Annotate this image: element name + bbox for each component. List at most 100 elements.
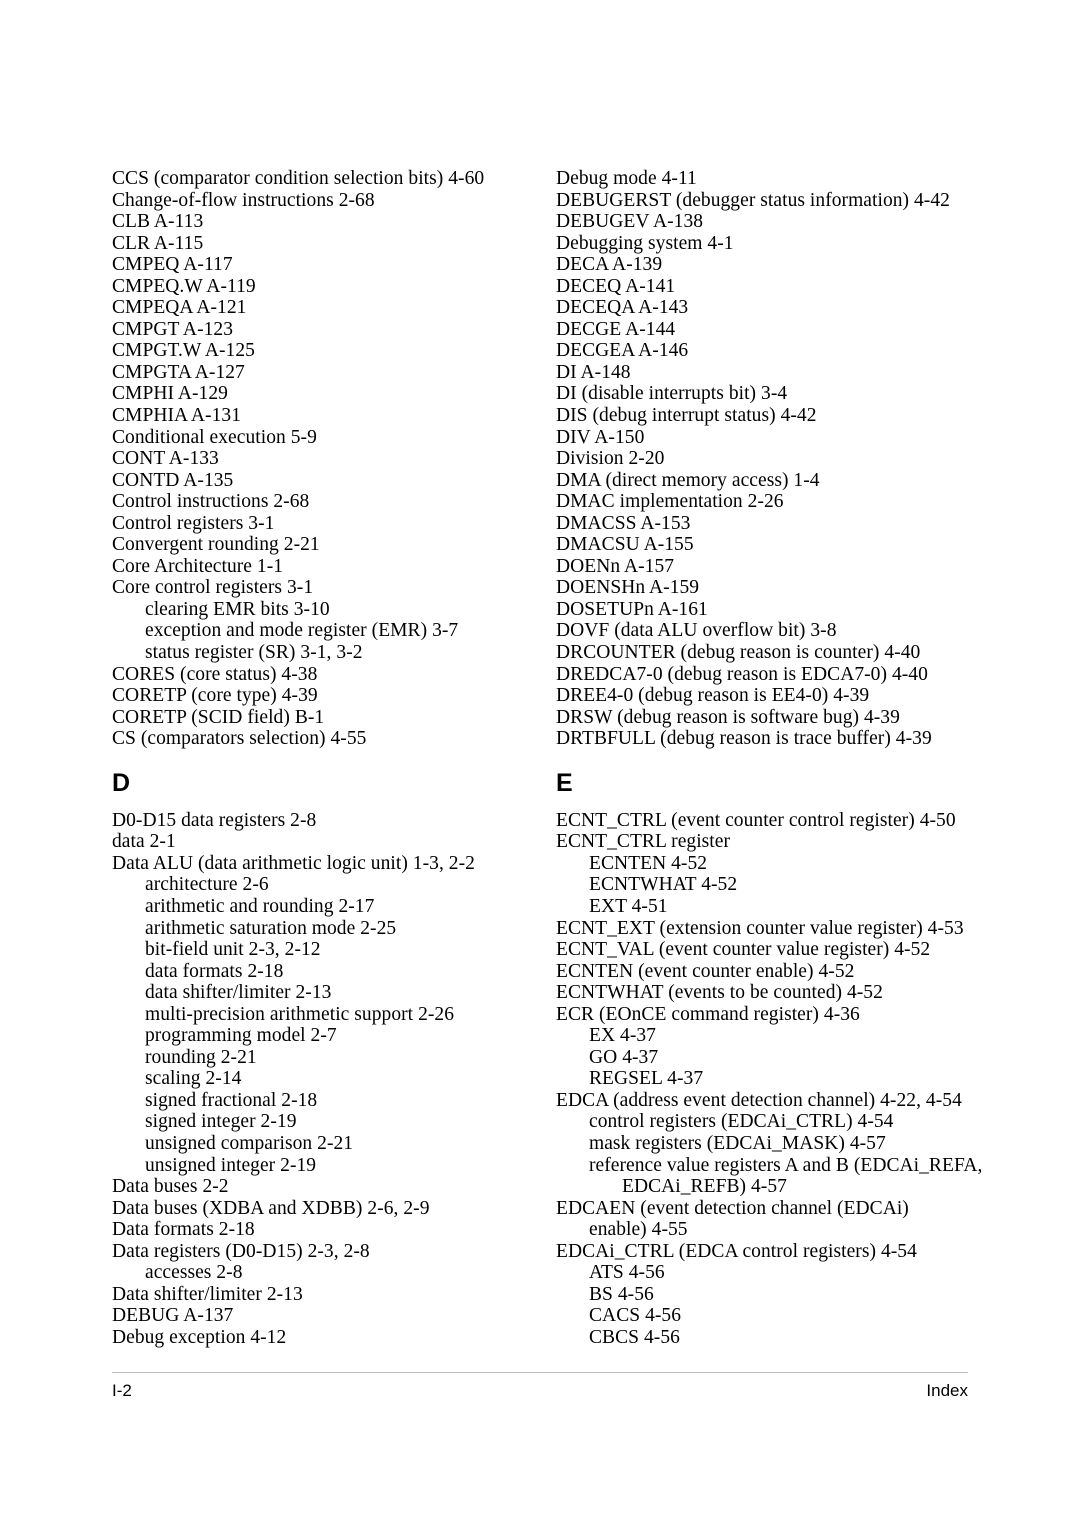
index-entry: DECGE A-144 <box>556 318 676 340</box>
entry-list-pre-section: CCS (comparator condition selection bits… <box>112 168 556 750</box>
index-entry: status register (SR) 3-1, 3-2 <box>145 642 363 664</box>
index-entry: CMPEQ.W A-119 <box>112 275 256 297</box>
index-entry: DOSETUPn A-161 <box>556 598 708 620</box>
index-entry: control registers (EDCAi_CTRL) 4-54 <box>589 1111 894 1133</box>
index-entry: EXT 4-51 <box>589 895 668 917</box>
index-entry: DEBUGERST (debugger status information) … <box>556 189 950 211</box>
section-heading-d: D <box>112 768 131 797</box>
index-entry: CMPHIA A-131 <box>112 405 241 427</box>
index-entry: Division 2-20 <box>556 448 665 470</box>
index-entry: DRTBFULL (debug reason is trace buffer) … <box>556 728 932 750</box>
index-entry: Data registers (D0-D15) 2-3, 2-8 <box>112 1240 370 1262</box>
index-entry: mask registers (EDCAi_MASK) 4-57 <box>589 1132 886 1154</box>
index-entry: CMPGTA A-127 <box>112 361 245 383</box>
index-entry: CONTD A-135 <box>112 469 234 491</box>
index-entry: CCS (comparator condition selection bits… <box>112 168 485 189</box>
index-entry: reference value registers A and B (EDCAi… <box>589 1154 983 1176</box>
entry-list-post-section: ECNT_CTRL (event counter control registe… <box>556 810 1000 1349</box>
index-entry: DECGEA A-146 <box>556 340 689 362</box>
index-entry: DRCOUNTER (debug reason is counter) 4-40 <box>556 642 921 664</box>
index-entry: CLR A-115 <box>112 232 204 254</box>
index-entry: Debug exception 4-12 <box>112 1326 287 1348</box>
index-entry: data shifter/limiter 2-13 <box>145 982 332 1004</box>
index-entry: Data buses (XDBA and XDBB) 2-6, 2-9 <box>112 1197 430 1219</box>
index-entry: GO 4-37 <box>589 1046 659 1068</box>
index-column-left: CCS (comparator condition selection bits… <box>112 168 556 1348</box>
index-entry: CMPEQ A-117 <box>112 254 233 276</box>
index-entry: EDCAi_CTRL (EDCA control registers) 4-54 <box>556 1240 917 1262</box>
page-footer: I-2 Index <box>112 1372 968 1401</box>
index-entry: DREDCA7-0 (debug reason is EDCA7-0) 4-40 <box>556 663 928 685</box>
index-entry: DOVF (data ALU overflow bit) 3-8 <box>556 620 837 642</box>
index-entry: arithmetic and rounding 2-17 <box>145 895 375 917</box>
index-entry: EDCAi_REFB) 4-57 <box>622 1176 787 1198</box>
index-entry: ECNTWHAT (events to be counted) 4-52 <box>556 982 883 1004</box>
index-entry: ECNT_EXT (extension counter value regist… <box>556 917 964 939</box>
index-entry: Data formats 2-18 <box>112 1219 255 1241</box>
index-page: CCS (comparator condition selection bits… <box>0 0 1080 1528</box>
index-entry: DMACSU A-155 <box>556 534 694 556</box>
index-entry: ECNTEN 4-52 <box>589 852 708 874</box>
index-entry: CONT A-133 <box>112 448 219 470</box>
index-entry: multi-precision arithmetic support 2-26 <box>145 1003 455 1025</box>
index-entry: rounding 2-21 <box>145 1046 257 1068</box>
index-entry: unsigned comparison 2-21 <box>145 1132 354 1154</box>
index-entry: CMPGT.W A-125 <box>112 340 255 362</box>
index-entry: DECEQA A-143 <box>556 297 689 319</box>
index-entry: ECNTWHAT 4-52 <box>589 874 738 896</box>
index-entry: Debugging system 4-1 <box>556 232 734 254</box>
index-entry: data 2-1 <box>112 831 176 853</box>
index-entry: architecture 2-6 <box>145 874 269 896</box>
index-entry: EDCAEN (event detection channel (EDCAi) <box>556 1197 909 1219</box>
index-entry: accesses 2-8 <box>145 1262 243 1284</box>
index-entry: CMPGT A-123 <box>112 318 234 340</box>
index-entry: CLB A-113 <box>112 211 204 233</box>
index-column-right: Debug mode 4-11 DEBUGERST (debugger statu… <box>556 168 1000 1348</box>
index-entry: DI A-148 <box>556 361 631 383</box>
entry-list-pre-section: Debug mode 4-11 DEBUGERST (debugger statu… <box>556 168 1000 750</box>
index-entry: signed fractional 2-18 <box>145 1089 318 1111</box>
index-entry: CMPEQA A-121 <box>112 297 247 319</box>
index-entry: exception and mode register (EMR) 3-7 <box>145 620 459 642</box>
index-entry: EX 4-37 <box>589 1025 656 1047</box>
index-entry: Conditional execution 5-9 <box>112 426 317 448</box>
index-entry: Debug mode 4-11 <box>556 168 697 189</box>
index-entry: unsigned integer 2-19 <box>145 1154 317 1176</box>
index-entry: Data shifter/limiter 2-13 <box>112 1283 303 1305</box>
index-entry: Core Architecture 1-1 <box>112 555 284 577</box>
index-entry: DOENSHn A-159 <box>556 577 700 599</box>
index-entry: scaling 2-14 <box>145 1068 242 1090</box>
footer-divider <box>112 1372 968 1373</box>
footer-section-label: Index <box>926 1381 968 1400</box>
index-entry: clearing EMR bits 3-10 <box>145 598 330 620</box>
index-entry: Control instructions 2-68 <box>112 491 310 513</box>
index-entry: DMACSS A-153 <box>556 512 691 534</box>
index-entry: ECR (EOnCE command register) 4-36 <box>556 1003 860 1025</box>
index-entry: DI (disable interrupts bit) 3-4 <box>556 383 788 405</box>
index-entry: Core control registers 3-1 <box>112 577 314 599</box>
index-entry: signed integer 2-19 <box>145 1111 297 1133</box>
entry-list-post-section: D0-D15 data registers 2-8 data 2-1 Data AL… <box>112 810 556 1349</box>
index-entry: REGSEL 4-37 <box>589 1068 704 1090</box>
page-number: I-2 <box>112 1381 132 1400</box>
index-entry: DECA A-139 <box>556 254 663 276</box>
index-entry: Data ALU (data arithmetic logic unit) 1-… <box>112 852 475 874</box>
footer-row: I-2 Index <box>112 1381 968 1401</box>
index-entry: CMPHI A-129 <box>112 383 228 405</box>
index-entry: Control registers 3-1 <box>112 512 275 534</box>
index-entry: CACS 4-56 <box>589 1305 682 1327</box>
index-entry: DEBUGEV A-138 <box>556 211 704 233</box>
index-entry: programming model 2-7 <box>145 1025 337 1047</box>
index-entry: arithmetic saturation mode 2-25 <box>145 917 397 939</box>
index-entry: ATS 4-56 <box>589 1262 665 1284</box>
index-entry: ECNT_CTRL (event counter control registe… <box>556 809 956 831</box>
index-entry: CORETP (SCID field) B-1 <box>112 706 325 728</box>
index-entry: D0-D15 data registers 2-8 <box>112 809 317 831</box>
index-entry: CBCS 4-56 <box>589 1326 680 1348</box>
index-entry: DRSW (debug reason is software bug) 4-39 <box>556 706 900 728</box>
index-entry: DOENn A-157 <box>556 555 675 577</box>
index-entry: enable) 4-55 <box>589 1219 688 1241</box>
index-entry: DIV A-150 <box>556 426 645 448</box>
index-entry: ECNT_VAL (event counter value register) … <box>556 939 931 961</box>
index-entry: DMA (direct memory access) 1-4 <box>556 469 820 491</box>
